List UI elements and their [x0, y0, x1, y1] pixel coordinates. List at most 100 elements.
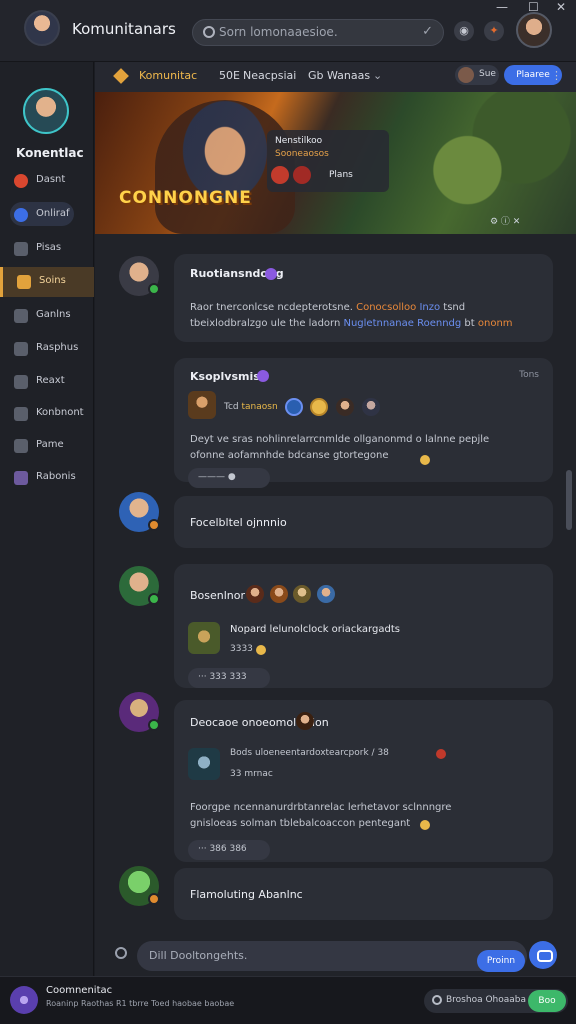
attach-button[interactable]: [529, 941, 557, 969]
post-card: Deocaoe onoeomolurtion Bods uloeneentard…: [174, 700, 553, 862]
sidebar-item-label: Rasphus: [36, 342, 79, 353]
sidebar-item-label: Ganlns: [36, 309, 71, 320]
event-subtitle: Sooneaosos: [275, 149, 329, 159]
verified-badge-icon: [257, 370, 269, 382]
verified-badge-icon: [265, 268, 277, 280]
sidebar-item-label: Reaxt: [36, 375, 65, 386]
sidebar-item-pisas[interactable]: Pisas: [0, 234, 94, 264]
avatar[interactable]: [119, 566, 160, 606]
feed-scrollbar[interactable]: [566, 470, 572, 530]
gift-icon[interactable]: ✦: [484, 21, 504, 41]
status-dot-icon: [14, 208, 28, 222]
header-tab-wanaas[interactable]: Wanaas: [327, 69, 370, 82]
chevron-down-icon[interactable]: ⌄: [373, 69, 382, 82]
member-chip[interactable]: Sue: [455, 65, 499, 85]
sidebar: Konentlac Dasnt Onliraf Pisas Soins Ganl…: [0, 62, 94, 976]
reaction-bar[interactable]: ··· 386 386: [188, 840, 270, 860]
search-icon[interactable]: [115, 947, 127, 959]
message-input[interactable]: Dill Dooltongehts. Proinn: [137, 941, 527, 972]
message-input-placeholder: Dill Dooltongehts.: [149, 949, 248, 962]
emoji-icon: [420, 820, 430, 830]
notification-icon[interactable]: ◉: [454, 21, 474, 41]
send-button[interactable]: Proinn: [477, 950, 525, 972]
member-avatar[interactable]: [270, 585, 288, 603]
post-author[interactable]: Ksoplvsmis: [190, 370, 260, 383]
avatar[interactable]: [119, 692, 160, 732]
badge-icon: [285, 398, 303, 416]
post-tag: Tcd tanaosn: [224, 402, 278, 412]
profile-avatar[interactable]: [23, 88, 69, 134]
folder-icon: [14, 242, 28, 256]
search-input[interactable]: Sorn lomonaaesioe.: [219, 25, 338, 39]
sidebar-item-label: Dasnt: [36, 174, 66, 185]
sidebar-item-rabonis[interactable]: Rabonis: [0, 463, 94, 493]
away-status-icon: [148, 519, 160, 531]
member-chip-label: Sue: [479, 69, 496, 79]
event-card[interactable]: Nenstilkoo Sooneaosos Plans: [267, 130, 389, 192]
voice-icon[interactable]: ✓: [422, 24, 433, 39]
community-logo[interactable]: [10, 986, 38, 1014]
post-card: Ksoplvsmis Tons Tcd tanaosn Deyt ve sras…: [174, 358, 553, 488]
member-avatar[interactable]: [296, 712, 314, 730]
reaction-bar[interactable]: ··· 333 333: [188, 668, 270, 688]
post-thumbnail[interactable]: [188, 748, 220, 780]
header-tab-gb[interactable]: Gb: [308, 69, 324, 82]
chat-icon: [14, 375, 28, 389]
community-banner: CONNONGNE Nenstilkoo Sooneaosos Plans ⚙ …: [95, 92, 576, 234]
app-logo[interactable]: [24, 10, 60, 46]
post-thumbnail[interactable]: [188, 622, 220, 654]
more-icon[interactable]: ⋮: [551, 69, 562, 82]
banner-controls[interactable]: ⚙ ⓘ ✕: [490, 214, 520, 227]
search-box[interactable]: Sorn lomonaaesioe. ✓: [192, 19, 444, 46]
emoji-icon: [420, 455, 430, 465]
record-icon[interactable]: [271, 166, 289, 184]
sidebar-item-dasnt[interactable]: Dasnt: [0, 166, 94, 196]
avatar[interactable]: [119, 256, 160, 296]
post-author[interactable]: Bosenlnor: [190, 589, 245, 602]
post-author[interactable]: Focelbltel ojnnnio: [190, 516, 287, 529]
avatar[interactable]: [119, 492, 160, 532]
post-author[interactable]: Flamoluting Abanlnc: [190, 888, 303, 901]
post-subtitle: Nopard lelunolclock oriackargadts: [230, 624, 400, 635]
member-avatar[interactable]: [336, 398, 354, 416]
sidebar-item-pame[interactable]: Pame: [0, 431, 94, 461]
post-sub-value: 3333: [230, 644, 253, 654]
sidebar-item-online[interactable]: Onliraf: [0, 200, 94, 230]
search-icon: [203, 26, 215, 38]
online-status-icon: [148, 593, 160, 605]
post-body: Deyt ve sras nohlinrelarrcnmlde ollganon…: [190, 434, 490, 461]
banner-scene-art: [395, 92, 576, 234]
footer-action-button[interactable]: Boo: [528, 990, 566, 1012]
edit-icon: [14, 407, 28, 421]
close-button[interactable]: ✕: [556, 0, 566, 14]
header-tab-stat[interactable]: 50E: [219, 69, 240, 82]
post-card: Flamoluting Abanlnc: [174, 868, 553, 920]
member-avatar[interactable]: [317, 585, 335, 603]
sidebar-item-rasphus[interactable]: Rasphus: [0, 334, 94, 364]
footer-title: Coomnenitac: [46, 985, 113, 996]
member-avatar[interactable]: [293, 585, 311, 603]
community-title[interactable]: Komunitac: [139, 69, 197, 82]
diamond-icon: [113, 68, 129, 84]
title-bar: Komunitanars Sorn lomonaaesioe. ✓ ◉ ✦ — …: [0, 0, 576, 62]
sidebar-item-reaxt[interactable]: Reaxt: [0, 367, 94, 397]
sidebar-item-soins[interactable]: Soins: [0, 267, 94, 297]
heart-icon[interactable]: [293, 166, 311, 184]
header-tab-neacpsiai[interactable]: Neacpsiai: [243, 69, 296, 82]
avatar[interactable]: [119, 866, 160, 906]
user-avatar[interactable]: [516, 12, 552, 48]
sidebar-item-label: Rabonis: [36, 471, 76, 482]
fire-icon: [436, 749, 446, 759]
message-composer: Dill Dooltongehts. Proinn: [95, 934, 576, 976]
event-action[interactable]: Plans: [329, 170, 353, 180]
member-avatar[interactable]: [362, 398, 380, 416]
sidebar-item-label: Onliraf: [36, 208, 70, 219]
sidebar-item-konbnont[interactable]: Konbnont: [0, 399, 94, 429]
post-body: Raor tnerconlcse ncdepterotsne. Conocsol…: [190, 302, 513, 329]
minimize-button[interactable]: —: [496, 0, 508, 14]
post-thumbnail[interactable]: [188, 391, 216, 419]
footer-subtitle: Roaninp Raothas R1 tbrre Toed haobae bao…: [46, 999, 235, 1008]
member-avatar[interactable]: [246, 585, 264, 603]
sidebar-item-ganlns[interactable]: Ganlns: [0, 301, 94, 331]
reaction-bar[interactable]: ——— ●: [188, 468, 270, 488]
